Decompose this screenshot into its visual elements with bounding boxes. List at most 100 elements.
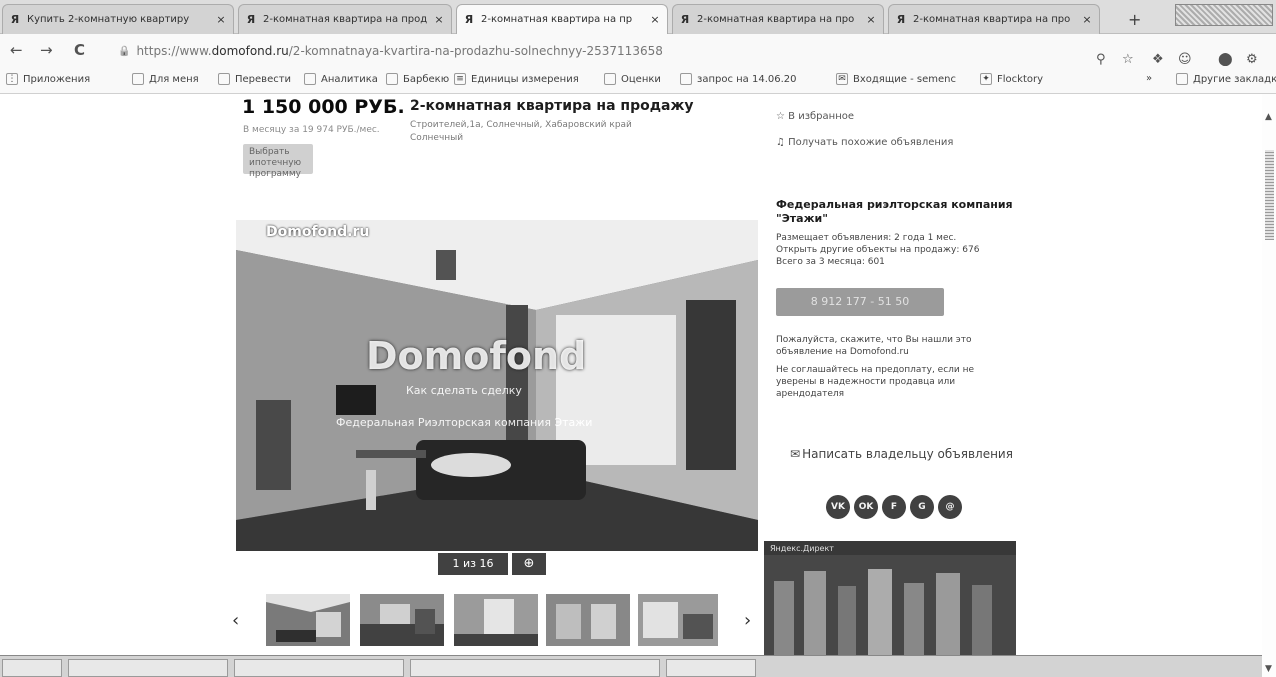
tab-title: 2-комнатная квартира на про — [913, 14, 1071, 25]
bookmark-item[interactable]: Оценки — [604, 73, 661, 85]
bookmark-label: Единицы измерения — [471, 73, 579, 85]
bookmark-item[interactable]: Барбекю — [386, 73, 449, 85]
domofond-favicon-icon: Я — [10, 12, 20, 26]
extension-icon[interactable]: ❖ — [1152, 52, 1164, 67]
tab-title: Купить 2-комнатную квартиру — [27, 14, 190, 25]
bookmark-label: запрос на 14.06.20 — [697, 73, 797, 85]
bookmark-label: Другие закладки — [1193, 73, 1276, 85]
page-content: 1 150 000 РУБ. В месяцу за 19 974 РУБ./м… — [0, 94, 1276, 655]
social-share: VK OK F G @ — [826, 495, 962, 519]
browser-tab[interactable]: Я Купить 2-комнатную квартиру × — [2, 4, 234, 34]
folder-icon — [386, 73, 398, 85]
back-button[interactable]: ← — [10, 41, 23, 59]
agency-total-listings: Всего за 3 месяца: 601 — [776, 257, 885, 267]
tab-close-icon[interactable]: × — [865, 13, 877, 26]
forward-button[interactable]: → — [40, 41, 53, 59]
bookmarks-more-button[interactable]: » — [1146, 73, 1152, 84]
bookmark-label: Аналитика — [321, 73, 378, 85]
browser-tab[interactable]: Я 2-комнатная квартира на прод × — [238, 4, 452, 34]
bookmark-label: Оценки — [621, 73, 661, 85]
ruler-icon: ≡ — [454, 73, 466, 85]
address-line: Солнечный — [410, 133, 464, 143]
ad-image — [764, 555, 1016, 655]
photo-thumbnail[interactable] — [546, 594, 630, 646]
bookmark-label: Входящие - semenc — [853, 73, 956, 85]
search-icon[interactable]: ⚲ — [1096, 52, 1106, 67]
browser-tab[interactable]: Я 2-комнатная квартира на про × — [672, 4, 884, 34]
star-icon[interactable]: ☆ — [1122, 52, 1134, 67]
ext-green-icon[interactable]: ⬤ — [1218, 52, 1233, 67]
thumbnails-next-button[interactable]: › — [744, 610, 751, 631]
photo-thumbnail[interactable] — [454, 594, 538, 646]
url-host: domofond.ru — [211, 44, 289, 58]
write-owner-link[interactable]: ✉ Написать владельцу объявления — [790, 447, 1013, 461]
agency-name[interactable]: Федеральная риэлторская компания "Этажи" — [776, 198, 1026, 226]
photo-counter: 1 из 16 — [438, 553, 508, 575]
ext-settings-icon[interactable]: ⚙ — [1246, 52, 1258, 67]
mortgage-button[interactable]: Выбрать ипотечную программу — [243, 144, 313, 179]
google-icon[interactable]: G — [910, 495, 934, 519]
taskbar-item[interactable] — [68, 659, 228, 677]
browser-tab-active[interactable]: Я 2-комнатная квартира на пр × — [456, 4, 668, 34]
advertisement[interactable]: Яндекс.Директ — [764, 541, 1016, 655]
bookmark-label: Перевести — [235, 73, 292, 85]
listing-price: 1 150 000 РУБ. — [242, 96, 405, 118]
add-to-favorites[interactable]: ☆ В избранное — [776, 111, 854, 122]
bookmark-item[interactable]: Перевести — [218, 73, 291, 85]
bookmark-item[interactable]: запрос на 14.06.20 — [680, 73, 797, 85]
taskbar-item[interactable] — [666, 659, 756, 677]
new-tab-button[interactable]: + — [1128, 10, 1141, 29]
thumbnail-image — [454, 594, 538, 646]
scrollbar-thumb[interactable] — [1265, 150, 1274, 240]
photo-thumbnail[interactable] — [360, 594, 444, 646]
tab-close-icon[interactable]: × — [433, 13, 445, 26]
tab-close-icon[interactable]: × — [649, 13, 661, 26]
address-line: Строителей,1а, Солнечный, Хабаровский кр… — [410, 120, 632, 130]
taskbar-item[interactable] — [410, 659, 660, 677]
bookmark-item[interactable]: ✉ Входящие - semenc — [836, 73, 956, 85]
found-on-domofond-note: Пожалуйста, скажите, что Вы нашли это об… — [776, 335, 972, 357]
bookmark-item[interactable]: ✦ Flocktory — [980, 73, 1043, 85]
domofond-favicon-icon: Я — [464, 12, 474, 26]
photo-thumbnail[interactable] — [266, 594, 350, 646]
tab-close-icon[interactable]: × — [1081, 13, 1093, 26]
main-photo[interactable]: Domofond.ru Domofond Как сделать сделку … — [236, 220, 758, 551]
taskbar-item[interactable] — [234, 659, 404, 677]
thumbnail-image — [638, 594, 718, 646]
browser-tab[interactable]: Я 2-комнатная квартира на про × — [888, 4, 1100, 34]
zoom-icon[interactable]: ⊕ — [512, 553, 546, 575]
star-icon: ☆ — [776, 111, 789, 122]
start-button[interactable] — [2, 659, 62, 677]
other-bookmarks[interactable]: Другие закладки — [1176, 73, 1276, 85]
scroll-down-arrow-icon[interactable]: ▼ — [1265, 664, 1272, 674]
photo-watermark: Domofond.ru — [266, 224, 370, 240]
tab-close-icon[interactable]: × — [215, 13, 227, 26]
scroll-up-arrow-icon[interactable]: ▲ — [1265, 112, 1272, 122]
vk-icon[interactable]: VK — [826, 495, 850, 519]
domofond-favicon-icon: Я — [896, 12, 906, 26]
show-phone-button[interactable]: 8 912 177 - 51 50 — [776, 288, 944, 316]
bookmark-item[interactable]: Для меня — [132, 73, 199, 85]
bookmark-item[interactable]: Аналитика — [304, 73, 378, 85]
photo-watermark-large: Domofond — [366, 334, 587, 378]
photo-watermark-agency: Федеральная Риэлторская компания Этажи — [336, 416, 593, 429]
agency-other-listings[interactable]: Открыть другие объекты на продажу: 676 — [776, 244, 1006, 256]
listing-address: Строителей,1а, Солнечный, Хабаровский кр… — [410, 119, 670, 145]
thumbnails-prev-button[interactable]: ‹ — [232, 610, 239, 631]
flocktory-icon: ✦ — [980, 73, 992, 85]
odnoklassniki-icon[interactable]: OK — [854, 495, 878, 519]
reload-button[interactable]: C — [74, 41, 85, 59]
folder-icon — [132, 73, 144, 85]
folder-icon — [604, 73, 616, 85]
notify-similar[interactable]: ♫ Получать похожие объявления — [776, 137, 953, 148]
window-controls[interactable] — [1175, 4, 1273, 26]
photo-thumbnail[interactable] — [638, 594, 718, 646]
profile-icon[interactable]: ☺ — [1178, 52, 1192, 67]
navigation-bar: ← → C 🔒 https://www. domofond.ru /2-komn… — [0, 34, 1276, 66]
facebook-icon[interactable]: F — [882, 495, 906, 519]
email-share-icon[interactable]: @ — [938, 495, 962, 519]
bookmark-item[interactable]: ≡ Единицы измерения — [454, 73, 579, 85]
bookmark-apps[interactable]: ⋮ Приложения — [6, 73, 90, 85]
tab-strip: Я Купить 2-комнатную квартиру × Я 2-комн… — [0, 0, 1276, 34]
photo-watermark-caption: Как сделать сделку — [406, 384, 522, 397]
